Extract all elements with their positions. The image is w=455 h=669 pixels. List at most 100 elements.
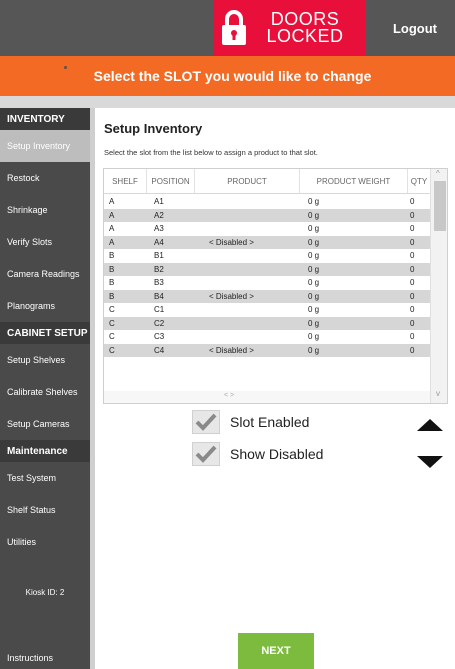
- instructions-link[interactable]: Instructions: [7, 653, 53, 663]
- top-bar: DOORS LOCKED Logout: [0, 0, 455, 56]
- cell-qty: 0: [410, 291, 415, 301]
- cell-shelf: B: [109, 291, 115, 301]
- cell-product-weight: 0 g: [308, 291, 320, 301]
- cell-shelf: A: [109, 237, 115, 247]
- sidebar-item-utilities[interactable]: Utilities: [0, 526, 90, 558]
- banner-dot: [64, 66, 67, 69]
- cell-shelf: B: [109, 264, 115, 274]
- checkmark-icon: [192, 442, 220, 466]
- cell-shelf: C: [109, 345, 115, 355]
- vertical-scrollbar[interactable]: ^ v: [430, 169, 447, 403]
- cell-product-weight: 0 g: [308, 318, 320, 328]
- app-window: DOORS LOCKED Logout Select the SLOT you …: [0, 0, 455, 669]
- sidebar-item-planograms[interactable]: Planograms: [0, 290, 90, 322]
- table-row[interactable]: B B1 0 g 0: [104, 249, 430, 263]
- column-header-qty[interactable]: QTY: [408, 169, 430, 193]
- table-row[interactable]: C C4 < Disabled > 0 g 0: [104, 343, 430, 357]
- sidebar-item-shelf-status[interactable]: Shelf Status: [0, 494, 90, 526]
- next-button[interactable]: NEXT: [238, 633, 314, 669]
- sidebar-item-verify-slots[interactable]: Verify Slots: [0, 226, 90, 258]
- cell-qty: 0: [410, 278, 415, 288]
- slot-enabled-label: Slot Enabled: [230, 414, 310, 430]
- show-disabled-label: Show Disabled: [230, 446, 324, 462]
- cell-product-weight: 0 g: [308, 210, 320, 220]
- slot-enabled-checkbox[interactable]: Slot Enabled: [192, 410, 309, 434]
- sidebar-item-test-system[interactable]: Test System: [0, 462, 90, 494]
- page-title: Setup Inventory: [104, 121, 203, 136]
- sidebar-item-setup-shelves[interactable]: Setup Shelves: [0, 344, 90, 376]
- cell-product-weight: 0 g: [308, 197, 320, 207]
- column-header-product-weight[interactable]: PRODUCT WEIGHT: [300, 169, 408, 193]
- sidebar-item-shrinkage[interactable]: Shrinkage: [0, 194, 90, 226]
- sidebar-section-cabinet-setup: CABINET SETUP: [0, 322, 90, 344]
- cell-product: < Disabled >: [209, 237, 254, 247]
- logout-button[interactable]: Logout: [375, 0, 455, 56]
- sidebar-item-setup-inventory[interactable]: Setup Inventory: [0, 130, 90, 162]
- cell-qty: 0: [410, 264, 415, 274]
- cell-product: [195, 249, 300, 263]
- cell-product: < Disabled >: [209, 345, 254, 355]
- sidebar-item-camera-readings[interactable]: Camera Readings: [0, 258, 90, 290]
- sidebar-item-restock[interactable]: Restock: [0, 162, 90, 194]
- cell-position: C1: [154, 305, 165, 315]
- cell-qty: 0: [410, 345, 415, 355]
- show-disabled-checkbox[interactable]: Show Disabled: [192, 442, 323, 466]
- column-header-shelf[interactable]: SHELF: [104, 169, 147, 193]
- cell-product-weight: 0 g: [308, 237, 320, 247]
- cell-product-weight: 0 g: [308, 278, 320, 288]
- cell-position: A3: [154, 224, 164, 234]
- scroll-down-icon[interactable]: v: [436, 389, 440, 398]
- cell-qty: 0: [410, 251, 415, 261]
- table-row[interactable]: B B3 0 g 0: [104, 276, 430, 290]
- table-row[interactable]: B B2 0 g 0: [104, 262, 430, 276]
- instruction-banner: Select the SLOT you would like to change: [0, 56, 455, 96]
- column-header-product[interactable]: PRODUCT: [195, 169, 300, 193]
- scrollbar-thumb[interactable]: [434, 181, 446, 231]
- cell-qty: 0: [410, 210, 415, 220]
- cell-qty: 0: [410, 332, 415, 342]
- cell-position: B1: [154, 251, 164, 261]
- cell-product-weight: 0 g: [308, 264, 320, 274]
- cell-position: C2: [154, 318, 165, 328]
- move-down-arrow-icon[interactable]: [417, 455, 443, 473]
- cell-qty: 0: [410, 224, 415, 234]
- cell-qty: 0: [410, 318, 415, 328]
- cell-product: [195, 195, 300, 209]
- scroll-up-icon[interactable]: ^: [436, 169, 440, 178]
- cell-shelf: A: [109, 197, 115, 207]
- cell-product-weight: 0 g: [308, 305, 320, 315]
- cell-shelf: C: [109, 305, 115, 315]
- cell-qty: 0: [410, 305, 415, 315]
- table-row[interactable]: C C3 0 g 0: [104, 330, 430, 344]
- sidebar-item-setup-cameras[interactable]: Setup Cameras: [0, 408, 90, 440]
- table-body: A A1 0 g 0 A A2 0 g 0 A A3 0 g 0 A A4 < Disabled > 0 g 0…: [104, 195, 430, 357]
- cell-product: [195, 330, 300, 344]
- cell-product: [195, 303, 300, 317]
- checkmark-icon: [192, 410, 220, 434]
- cell-position: B4: [154, 291, 164, 301]
- cell-position: C3: [154, 332, 165, 342]
- sidebar: INVENTORY Setup Inventory Restock Shrink…: [0, 108, 95, 669]
- table-row[interactable]: B B4 < Disabled > 0 g 0: [104, 289, 430, 303]
- cell-position: C4: [154, 345, 165, 355]
- table-row[interactable]: A A3 0 g 0: [104, 222, 430, 236]
- horizontal-scroll-arrows-icon[interactable]: < >: [224, 392, 234, 399]
- doors-status-panel: DOORS LOCKED: [213, 0, 365, 56]
- table-row[interactable]: A A1 0 g 0: [104, 195, 430, 209]
- horizontal-scrollbar[interactable]: < >: [104, 391, 430, 403]
- cell-product-weight: 0 g: [308, 251, 320, 261]
- sidebar-item-calibrate-shelves[interactable]: Calibrate Shelves: [0, 376, 90, 408]
- table-row[interactable]: C C2 0 g 0: [104, 316, 430, 330]
- page-description: Select the slot from the list below to a…: [104, 148, 318, 157]
- table-row[interactable]: A A4 < Disabled > 0 g 0: [104, 235, 430, 249]
- cell-shelf: A: [109, 210, 115, 220]
- lock-icon: [213, 0, 255, 56]
- table-row[interactable]: A A2 0 g 0: [104, 208, 430, 222]
- move-up-arrow-icon[interactable]: [417, 418, 443, 436]
- cell-position: B3: [154, 278, 164, 288]
- inventory-table: SHELF POSITION PRODUCT PRODUCT WEIGHT QT…: [103, 168, 448, 404]
- column-header-position[interactable]: POSITION: [147, 169, 195, 193]
- table-row[interactable]: C C1 0 g 0: [104, 303, 430, 317]
- cell-position: A1: [154, 197, 164, 207]
- banner-text: Select the SLOT you would like to change: [93, 68, 372, 84]
